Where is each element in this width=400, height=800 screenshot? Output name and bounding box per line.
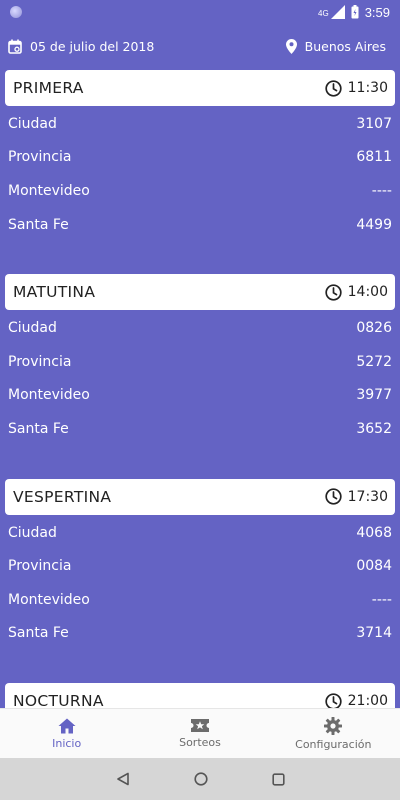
draw-header-card[interactable]: PRIMERA 11:30: [5, 70, 395, 106]
result-row: Ciudad 0826: [0, 311, 400, 345]
date-label: 05 de julio del 2018: [30, 38, 155, 54]
result-label: Santa Fe: [8, 216, 69, 233]
gear-icon: [324, 716, 343, 735]
draw-header-card[interactable]: VESPERTINA 17:30: [5, 478, 395, 515]
draw-results: Ciudad 0826 Provincia 5272 Montevideo 39…: [0, 310, 400, 445]
result-label: Ciudad: [8, 115, 57, 132]
result-row: Santa Fe 3714: [0, 617, 400, 651]
home-circle-icon[interactable]: [193, 772, 208, 786]
header: 05 de julio del 2018 Buenos Aires: [0, 34, 400, 58]
result-row: Santa Fe 4499: [0, 208, 400, 242]
status-bar: 4G 3:59: [0, 0, 400, 24]
status-time: 3:59: [364, 4, 390, 20]
result-label: Santa Fe: [8, 420, 69, 437]
result-label: Provincia: [8, 558, 72, 575]
result-label: Provincia: [8, 353, 72, 370]
result-value: ----: [371, 182, 392, 199]
clock-icon: [324, 488, 342, 505]
ticket-icon: [190, 719, 209, 732]
nav-item-sorteos[interactable]: Sorteos: [133, 718, 266, 749]
draw-time-label: 21:00: [347, 693, 388, 710]
nav-label: Configuración: [295, 737, 372, 751]
draw-section-matutina: MATUTINA 14:00 Ciudad 0826 Provincia 527…: [0, 274, 400, 478]
draw-title: VESPERTINA: [13, 487, 112, 506]
result-row: Montevideo ----: [0, 583, 400, 617]
home-icon: [58, 718, 76, 733]
result-label: Ciudad: [8, 320, 57, 337]
draw-results: Ciudad 3107 Provincia 6811 Montevideo --…: [0, 106, 400, 241]
draw-time: 17:30: [324, 488, 388, 505]
result-row: Ciudad 4068: [0, 516, 400, 550]
location-display[interactable]: Buenos Aires: [285, 38, 386, 54]
draw-title: PRIMERA: [13, 79, 84, 97]
result-row: Provincia 5272: [0, 345, 400, 379]
result-label: Ciudad: [8, 524, 57, 541]
nav-label: Inicio: [52, 736, 82, 750]
draw-section-vespertina: VESPERTINA 17:30 Ciudad 4068 Provincia 0…: [0, 478, 400, 683]
result-value: 3714: [356, 625, 392, 642]
result-row: Santa Fe 3652: [0, 412, 400, 446]
result-row: Montevideo ----: [0, 174, 400, 208]
location-label: Buenos Aires: [304, 38, 386, 54]
draw-results: Ciudad 4068 Provincia 0084 Montevideo --…: [0, 515, 400, 650]
result-label: Montevideo: [8, 591, 90, 608]
back-icon[interactable]: [116, 772, 130, 786]
result-row: Montevideo 3977: [0, 379, 400, 413]
result-value: 3652: [356, 420, 392, 437]
draw-time: 11:30: [324, 79, 388, 97]
nav-item-configuracion[interactable]: Configuración: [267, 716, 400, 751]
result-value: 6811: [356, 149, 392, 166]
draw-title: MATUTINA: [13, 283, 96, 302]
result-value: 0826: [356, 320, 392, 337]
result-label: Montevideo: [8, 387, 90, 404]
result-value: ----: [371, 591, 392, 608]
result-row: Ciudad 3107: [0, 107, 400, 141]
draw-section-primera: PRIMERA 11:30 Ciudad 3107 Provincia 6811…: [0, 70, 400, 274]
result-label: Provincia: [8, 149, 72, 166]
nav-item-inicio[interactable]: Inicio: [0, 718, 133, 750]
status-left: [10, 6, 22, 18]
result-value: 5272: [356, 353, 392, 370]
draw-time-label: 17:30: [347, 488, 388, 505]
result-row: Provincia 6811: [0, 141, 400, 175]
location-pin-icon: [285, 38, 297, 54]
result-label: Santa Fe: [8, 625, 69, 642]
result-value: 3977: [356, 387, 392, 404]
notification-icon: [10, 6, 22, 18]
clock-icon: [324, 284, 342, 301]
result-value: 3107: [356, 115, 392, 132]
calendar-icon: [8, 39, 22, 54]
draw-time-label: 11:30: [347, 80, 388, 96]
system-nav-bar: [0, 758, 400, 800]
draw-time: 14:00: [324, 284, 388, 301]
draw-header-card[interactable]: MATUTINA 14:00: [5, 274, 395, 311]
recents-icon[interactable]: [271, 772, 285, 786]
status-right: 4G 3:59: [318, 5, 390, 20]
battery-icon: [351, 5, 359, 19]
network-type-label: 4G: [318, 8, 329, 18]
bottom-nav: Inicio Sorteos Configuración: [0, 708, 400, 758]
result-value: 0084: [356, 558, 392, 575]
signal-icon: [330, 5, 345, 19]
nav-label: Sorteos: [179, 736, 221, 749]
result-value: 4068: [356, 524, 392, 541]
date-display[interactable]: 05 de julio del 2018: [8, 39, 154, 54]
result-value: 4499: [356, 216, 392, 233]
result-label: Montevideo: [8, 182, 90, 199]
draw-time-label: 14:00: [347, 284, 388, 301]
clock-icon: [324, 79, 342, 97]
result-row: Provincia 0084: [0, 549, 400, 583]
draws-list: PRIMERA 11:30 Ciudad 3107 Provincia 6811…: [0, 70, 400, 720]
